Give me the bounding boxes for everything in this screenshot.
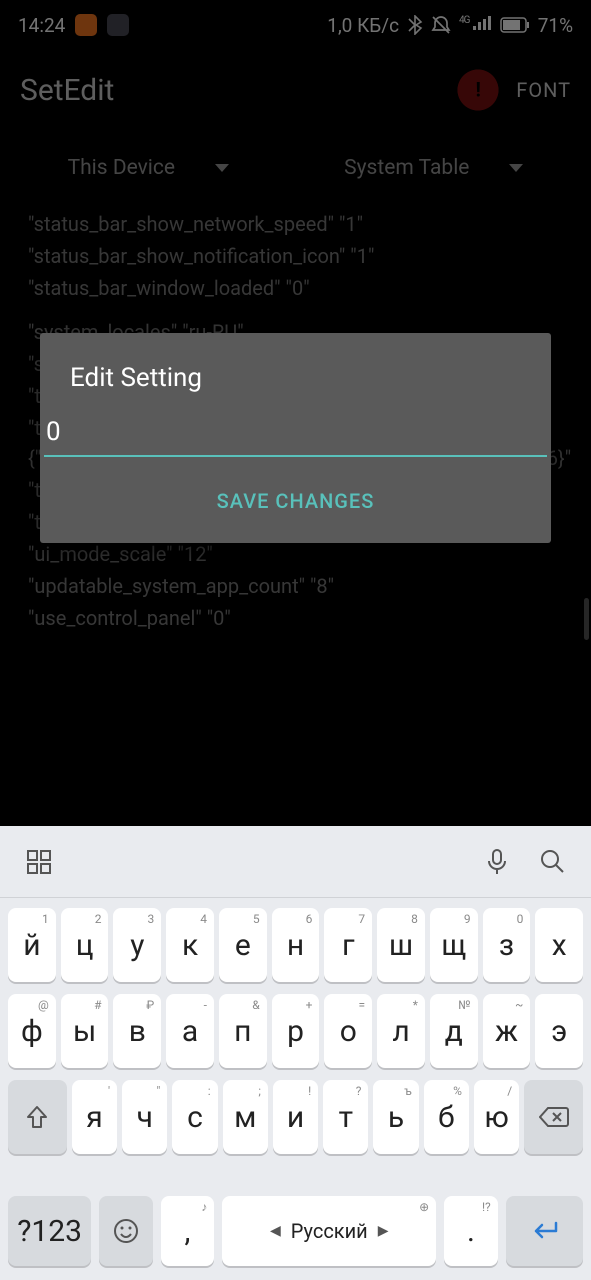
key-к[interactable]: 4к — [166, 908, 214, 982]
comma-key[interactable]: ♪ , — [161, 1196, 215, 1266]
key-ь[interactable]: ъь — [373, 1080, 418, 1154]
key-ц[interactable]: 2ц — [61, 908, 109, 982]
backspace-key[interactable] — [524, 1080, 583, 1154]
key-м[interactable]: ;м — [223, 1080, 268, 1154]
key-д[interactable]: №д — [430, 994, 478, 1068]
key-й[interactable]: 1й — [8, 908, 56, 982]
key-у[interactable]: 3у — [113, 908, 161, 982]
key-б[interactable]: %б — [424, 1080, 469, 1154]
key-н[interactable]: 6н — [272, 908, 320, 982]
key-л[interactable]: *л — [377, 994, 425, 1068]
key-с[interactable]: :с — [172, 1080, 217, 1154]
key-э[interactable]: э — [535, 994, 583, 1068]
period-key[interactable]: !? . — [444, 1196, 498, 1266]
key-и[interactable]: !и — [273, 1080, 318, 1154]
key-ж[interactable]: ~ж — [483, 994, 531, 1068]
save-changes-button[interactable]: SAVE CHANGES — [40, 457, 551, 543]
key-я[interactable]: 'я — [72, 1080, 117, 1154]
setting-value-input[interactable] — [44, 413, 547, 457]
key-х[interactable]: х — [535, 908, 583, 982]
key-г[interactable]: 7г — [324, 908, 372, 982]
key-з[interactable]: 0з — [483, 908, 531, 982]
key-т[interactable]: ?т — [323, 1080, 368, 1154]
key-ф[interactable]: @ф — [8, 994, 56, 1068]
symbols-key[interactable]: ?123 — [8, 1196, 91, 1266]
key-в[interactable]: ₽в — [113, 994, 161, 1068]
shift-key[interactable] — [8, 1080, 67, 1154]
key-ш[interactable]: 8ш — [377, 908, 425, 982]
key-а[interactable]: -а — [166, 994, 214, 1068]
keyboard-apps-icon[interactable] — [26, 849, 52, 875]
mic-icon[interactable] — [485, 848, 509, 876]
soft-keyboard: 1й2ц3у4к5е6н7г8ш9щ0зх @ф#ы₽в-а&п+р=о*л№д~… — [0, 826, 591, 1280]
key-р[interactable]: +р — [272, 994, 320, 1068]
key-щ[interactable]: 9щ — [430, 908, 478, 982]
key-ю[interactable]: /ю — [474, 1080, 519, 1154]
search-icon[interactable] — [539, 848, 565, 876]
space-key[interactable]: ⊕ ◀ Русский ▶ — [222, 1196, 436, 1266]
key-о[interactable]: =о — [324, 994, 372, 1068]
key-ы[interactable]: #ы — [61, 994, 109, 1068]
key-ч[interactable]: "ч — [122, 1080, 167, 1154]
edit-setting-dialog: Edit Setting SAVE CHANGES — [40, 333, 551, 543]
key-п[interactable]: &п — [219, 994, 267, 1068]
key-е[interactable]: 5е — [219, 908, 267, 982]
emoji-key[interactable] — [99, 1196, 153, 1266]
dialog-title: Edit Setting — [40, 333, 551, 413]
enter-key[interactable] — [506, 1196, 583, 1266]
